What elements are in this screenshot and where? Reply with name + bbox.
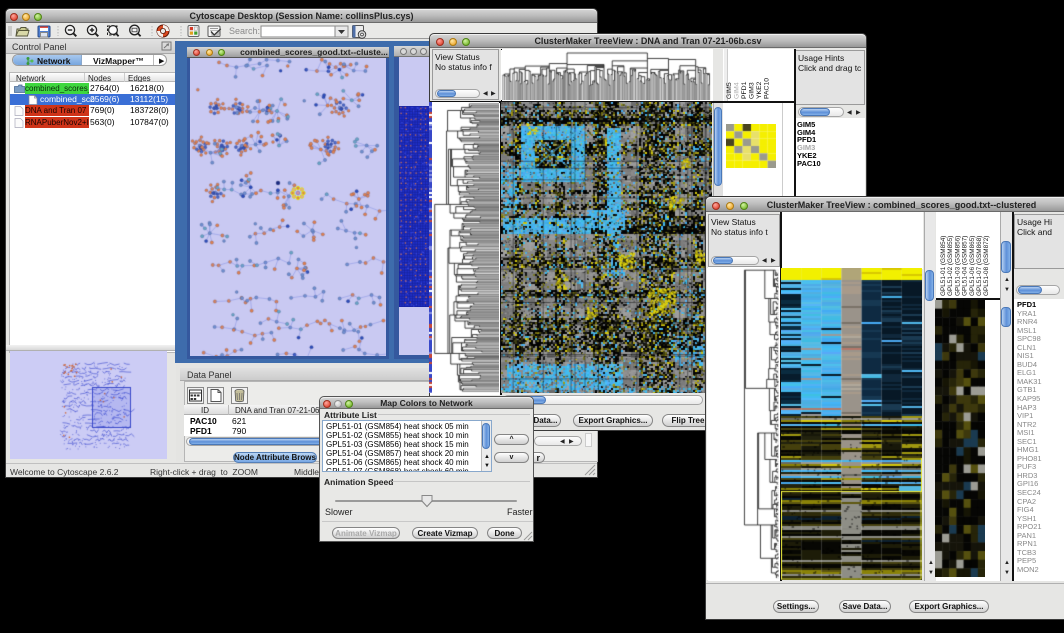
svg-text:GPL51-04 (GSM857): GPL51-04 (GSM857) [962,236,969,296]
svg-text:GPL51-03 (GSM856): GPL51-03 (GSM856) [954,236,961,296]
svg-text:PAC10: PAC10 [764,78,771,99]
svg-text:GIM4: GIM4 [734,82,741,99]
svg-text:GPL51-01 (GSM854): GPL51-01 (GSM854) [940,236,947,296]
svg-text:GPL51-02 (GSM855): GPL51-02 (GSM855) [947,236,954,296]
svg-text:GPL51-07 (GSM868): GPL51-07 (GSM868) [976,236,983,296]
svg-text:YKE2: YKE2 [756,81,763,99]
svg-text:Search:: Search: [229,26,260,36]
svg-text:GPL51-08 (GSM872): GPL51-08 (GSM872) [983,236,990,296]
svg-text:GPL51-06 (GSM865): GPL51-06 (GSM865) [969,236,976,296]
svg-text:GIM5: GIM5 [726,82,733,99]
svg-text:GIM3: GIM3 [749,82,756,99]
svg-text:PFD1: PFD1 [741,81,748,99]
